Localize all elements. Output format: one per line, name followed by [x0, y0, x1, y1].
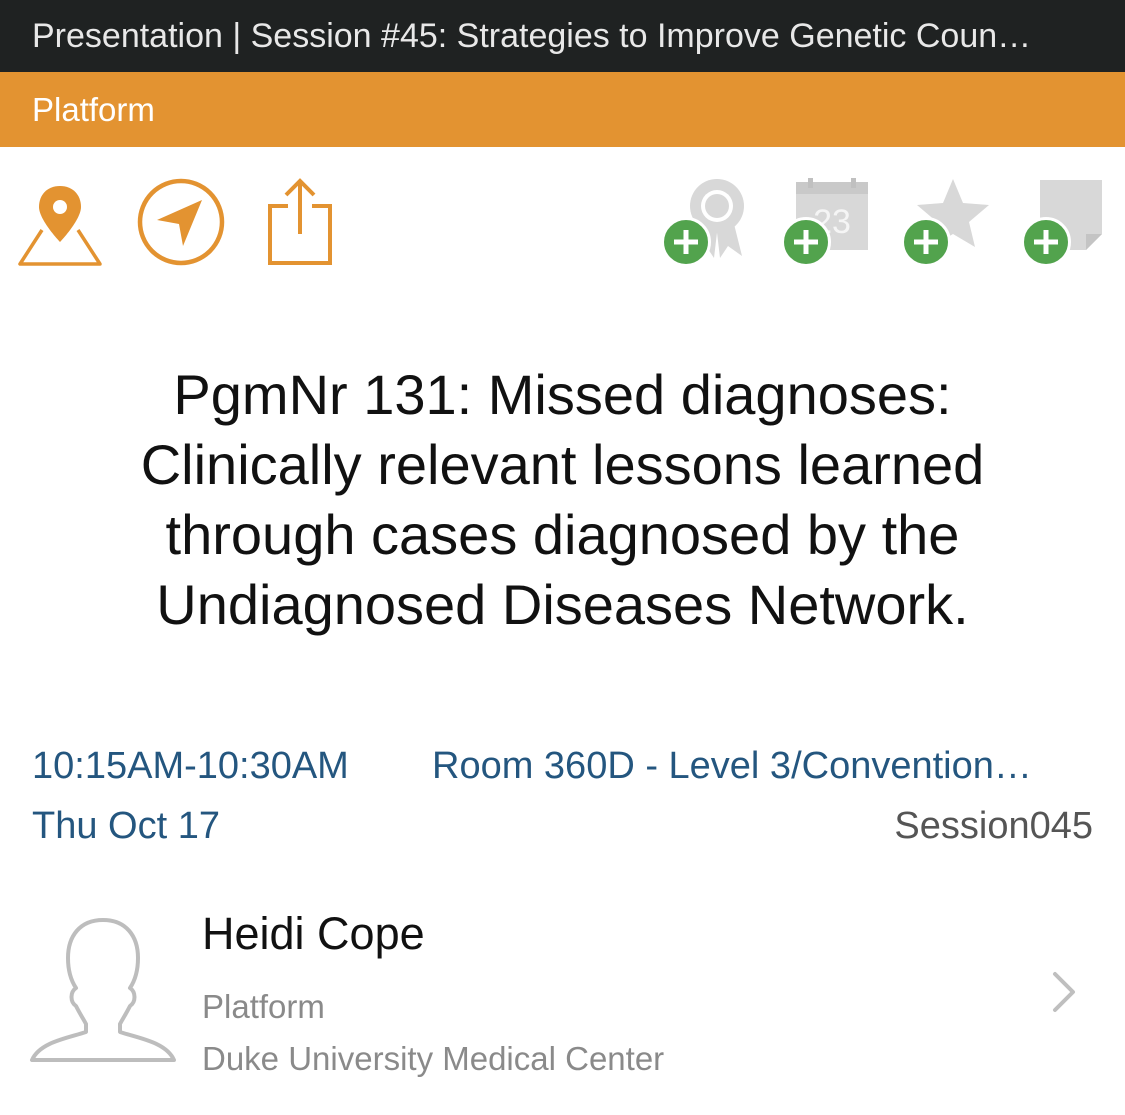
add-calendar-badge[interactable]	[781, 217, 831, 267]
add-award-badge[interactable]	[661, 217, 711, 267]
session-date[interactable]: Thu Oct 17	[32, 804, 220, 848]
chevron-right-icon[interactable]	[1050, 970, 1078, 1014]
presentation-title: PgmNr 131: Missed diagnoses: Clinically …	[140, 363, 985, 636]
speaker-institution: Duke University Medical Center	[202, 1040, 665, 1077]
share-icon[interactable]	[264, 176, 336, 268]
session-code: Session045	[894, 805, 1093, 847]
map-pin-icon[interactable]	[16, 180, 104, 268]
category-label: Platform	[32, 91, 155, 128]
speaker-role: Platform	[202, 988, 325, 1025]
add-favorite-badge[interactable]	[901, 217, 951, 267]
time-range[interactable]: 10:15AM-10:30AM	[32, 744, 349, 788]
window-title: Presentation | Session #45: Strategies t…	[0, 0, 1125, 72]
speaker-row[interactable]: Heidi Cope Platform Duke University Medi…	[0, 890, 1125, 1090]
speaker-name: Heidi Cope	[202, 908, 425, 959]
add-note-badge[interactable]	[1021, 217, 1071, 267]
room-location[interactable]: Room 360D - Level 3/Convention…	[432, 744, 1094, 788]
category-bar: Platform	[0, 72, 1125, 147]
navigate-icon[interactable]	[135, 176, 227, 268]
person-avatar-icon	[28, 914, 178, 1064]
